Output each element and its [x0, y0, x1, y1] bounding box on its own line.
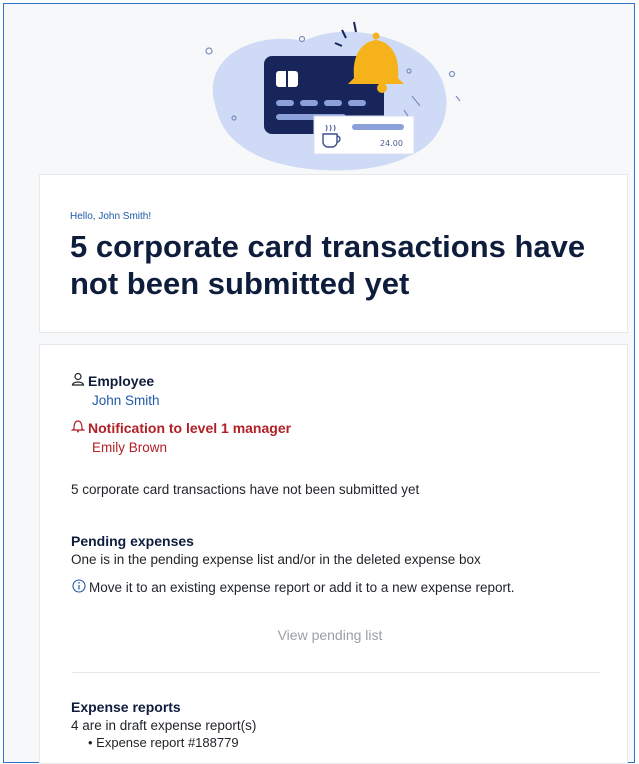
pending-expenses-description: One is in the pending expense list and/o…	[71, 552, 481, 567]
manager-notification-label: Notification to level 1 manager	[88, 420, 292, 436]
view-pending-list-button[interactable]: View pending list	[268, 624, 392, 646]
expense-reports-title: Expense reports	[71, 699, 181, 715]
info-icon	[72, 579, 86, 593]
summary-text: 5 corporate card transactions have not b…	[71, 482, 420, 497]
details-card: Employee John Smith Notification to leve…	[39, 344, 628, 764]
expense-report-item[interactable]: • Expense report #188779	[88, 735, 239, 750]
pending-info-text: Move it to an existing expense report or…	[89, 580, 515, 595]
page-title: 5 corporate card transactions have not b…	[70, 229, 586, 301]
employee-label: Employee	[88, 373, 155, 389]
manager-name: Emily Brown	[92, 440, 168, 455]
greeting-card: Hello, John Smith! 5 corporate card tran…	[39, 174, 628, 333]
pending-expenses-title: Pending expenses	[71, 533, 194, 549]
expense-reports-description: 4 are in draft expense report(s)	[71, 718, 257, 733]
greeting-text: Hello, John Smith!	[70, 211, 152, 222]
receipt: 24.00	[313, 115, 415, 155]
employee-name: John Smith	[92, 393, 160, 408]
person-icon	[71, 372, 85, 386]
header-illustration: 24.00	[194, 16, 464, 176]
divider	[72, 672, 600, 673]
email-frame: 24.00 Hello, John Smith! 5 corporate car…	[3, 3, 635, 764]
bell-outline-icon	[71, 420, 85, 433]
receipt-amount: 24.00	[380, 139, 403, 148]
